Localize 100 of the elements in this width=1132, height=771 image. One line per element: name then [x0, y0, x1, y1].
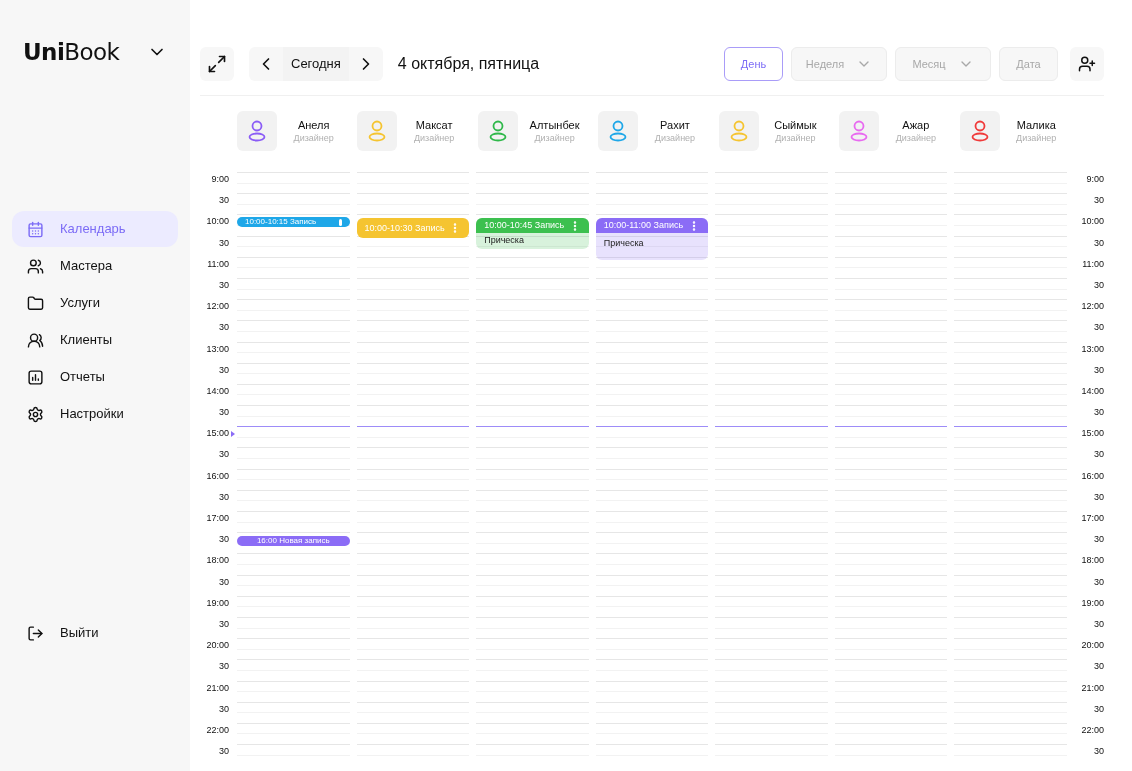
time-label: 20:00	[206, 640, 229, 651]
nav-item[interactable]: Клиенты	[12, 322, 178, 358]
staff-name: Малика	[1016, 118, 1056, 132]
expand-button[interactable]	[200, 47, 234, 81]
staff-role: Дизайнер	[1016, 132, 1057, 144]
team-icon	[27, 257, 44, 275]
staff-role: Дизайнер	[534, 132, 575, 144]
time-label: 30	[1094, 661, 1104, 672]
time-label: 30	[219, 746, 229, 757]
expand-icon	[207, 54, 227, 74]
time-label: 20:00	[1081, 640, 1104, 651]
time-label: 15:00	[206, 428, 229, 439]
staff-name: Максат	[415, 118, 453, 132]
time-label: 30	[219, 618, 229, 629]
time-label: 14:00	[206, 385, 229, 396]
time-label: 13:00	[1081, 343, 1104, 354]
staff-name: Сыймык	[774, 118, 817, 132]
calendar-icon	[27, 220, 44, 238]
view-button[interactable]: День	[724, 47, 783, 81]
time-label: 15:00	[1081, 428, 1104, 439]
time-label: 30	[219, 237, 229, 248]
time-label: 30	[1094, 491, 1104, 502]
nav-item[interactable]: Мастера	[12, 248, 178, 284]
time-label: 30	[219, 322, 229, 333]
time-label: 30	[219, 449, 229, 460]
time-label: 17:00	[206, 513, 229, 523]
time-label: 14:00	[1081, 385, 1104, 396]
time-label: 30	[219, 703, 229, 714]
time-label: 30	[219, 491, 229, 502]
time-label: 30	[219, 576, 229, 587]
time-label: 30	[219, 364, 229, 375]
staff-name: Рахит	[660, 118, 690, 132]
time-label: 30	[1094, 364, 1104, 375]
time-label: 19:00	[206, 597, 229, 608]
time-label: 11:00	[1082, 258, 1104, 269]
time-label: 21:00	[1081, 682, 1104, 693]
time-label: 19:00	[1081, 597, 1104, 608]
time-label: 13:00	[206, 343, 229, 354]
staff-role: Дизайнер	[414, 132, 455, 144]
appointment-service: Прическа	[483, 234, 525, 248]
time-label: 22:00	[206, 724, 229, 735]
time-label: 30	[1094, 534, 1104, 545]
staff-name: Анеля	[297, 118, 330, 132]
add-user-button[interactable]	[1070, 47, 1104, 81]
time-label: 9:00	[1086, 174, 1104, 184]
nav-item[interactable]: Отчеты	[12, 359, 178, 395]
time-label: 12:00	[1081, 301, 1104, 312]
time-label: 30	[1094, 237, 1104, 248]
time-label: 12:00	[206, 301, 229, 312]
time-label: 30	[1094, 407, 1104, 418]
time-label: 9:00	[211, 174, 229, 184]
appointment-title: 10:00-10:30 Запись	[364, 221, 445, 235]
staff-name: Алтынбек	[529, 118, 580, 132]
new-appointment[interactable]: 16:00 Новая запись	[237, 536, 350, 547]
staff-role: Дизайнер	[293, 132, 334, 144]
time-label: 30	[1094, 618, 1104, 629]
chart-icon	[27, 368, 44, 386]
time-label: 22:00	[1081, 724, 1104, 735]
staff-role: Дизайнер	[775, 132, 816, 144]
nav-item[interactable]: Услуги	[12, 285, 178, 321]
users-icon	[27, 331, 44, 349]
time-label: 30	[1094, 322, 1104, 333]
time-label: 30	[1094, 195, 1104, 206]
staff-name: Ажар	[902, 118, 930, 132]
time-label: 16:00	[206, 470, 229, 481]
time-label: 30	[219, 279, 229, 290]
appointment-title: 10:00-11:00 Запись	[603, 219, 684, 233]
current-date: 4 октября, пятница	[397, 54, 540, 74]
time-label: 17:00	[1081, 513, 1104, 523]
time-label: 11:00	[207, 258, 229, 269]
appointment[interactable]: 10:00-11:00 Запись Прическа	[595, 218, 709, 261]
appointment-service: Прическа	[602, 237, 645, 251]
appointment-title: 10:00-10:15 Запись	[245, 218, 317, 227]
time-label: 30	[1094, 703, 1104, 714]
time-label: 30	[1094, 576, 1104, 587]
appointment-title: 16:00 Новая запись	[256, 537, 330, 546]
appointment[interactable]: 10:00-10:45 Запись Прическа	[476, 218, 589, 250]
folder-icon	[27, 294, 44, 312]
today-button[interactable]: Сегодня	[283, 47, 349, 81]
time-label: 16:00	[1081, 470, 1104, 481]
logo: UniBook	[23, 37, 120, 67]
logout-item[interactable]: Выйти	[12, 615, 178, 651]
time-label: 21:00	[206, 682, 229, 693]
time-label: 30	[1094, 449, 1104, 460]
nav-item[interactable]: Настройки	[12, 396, 178, 432]
time-label: 30	[1094, 279, 1104, 290]
time-label: 30	[219, 661, 229, 672]
logout-icon	[27, 624, 44, 642]
staff-role: Дизайнер	[895, 132, 936, 144]
settings-icon	[27, 405, 44, 423]
time-label: 18:00	[206, 555, 229, 566]
time-label: 30	[1094, 746, 1104, 757]
appointment-title: 10:00-10:45 Запись	[484, 219, 565, 233]
time-label: 30	[219, 407, 229, 418]
time-label: 10:00	[1081, 216, 1104, 227]
time-label: 10:00	[206, 216, 229, 227]
time-label: 30	[219, 195, 229, 206]
time-label: 18:00	[1081, 555, 1104, 566]
add-user-icon	[1078, 55, 1096, 73]
time-label: 30	[219, 534, 229, 545]
